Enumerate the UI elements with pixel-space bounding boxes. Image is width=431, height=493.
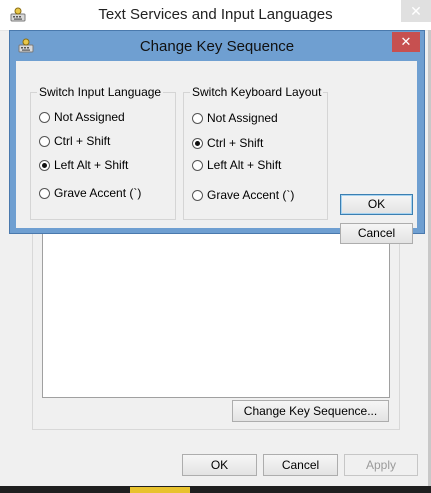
radio-button[interactable] (39, 135, 50, 147)
radio-label: Grave Accent (`) (207, 188, 295, 202)
input-lang-option-ctrl-shift[interactable]: Ctrl + Shift (39, 133, 110, 149)
radio-button[interactable] (192, 112, 203, 124)
kbd-layout-option-grave-accent[interactable]: Grave Accent (`) (192, 187, 294, 203)
dialog-titlebar[interactable]: Change Key Sequence ✕ (10, 31, 424, 61)
change-key-sequence-dialog: Change Key Sequence ✕ Switch Input Langu… (9, 30, 425, 244)
radio-label: Not Assigned (207, 111, 278, 125)
radio-button[interactable] (192, 189, 203, 201)
parent-ok-button[interactable]: OK (182, 454, 257, 476)
radio-label: Left Alt + Shift (54, 158, 129, 172)
radio-button-selected[interactable] (192, 137, 203, 149)
parent-cancel-button[interactable]: Cancel (263, 454, 338, 476)
taskbar (0, 486, 431, 493)
change-key-sequence-button[interactable]: Change Key Sequence... (232, 400, 389, 422)
radio-label: Not Assigned (54, 110, 125, 124)
taskbar-item[interactable] (130, 487, 190, 493)
radio-label: Grave Accent (`) (54, 186, 142, 200)
kbd-layout-option-not-assigned[interactable]: Not Assigned (192, 110, 278, 126)
radio-label: Ctrl + Shift (207, 136, 264, 150)
parent-titlebar: Text Services and Input Languages ✕ (0, 0, 431, 31)
dialog-ok-button[interactable]: OK (340, 194, 413, 215)
dialog-close-button[interactable]: ✕ (392, 32, 420, 52)
radio-button[interactable] (39, 187, 50, 199)
input-lang-option-grave-accent[interactable]: Grave Accent (`) (39, 185, 141, 201)
switch-input-language-group: Switch Input Language Not Assigned Ctrl … (30, 85, 176, 220)
input-lang-option-left-alt-shift[interactable]: Left Alt + Shift (39, 157, 128, 173)
radio-button-selected[interactable] (39, 159, 50, 171)
radio-label: Left Alt + Shift (207, 158, 282, 172)
kbd-layout-option-left-alt-shift[interactable]: Left Alt + Shift (192, 157, 281, 173)
group-title: Switch Input Language (37, 85, 164, 99)
dialog-title: Change Key Sequence (139, 38, 295, 55)
parent-close-button[interactable]: ✕ (401, 0, 431, 22)
parent-window-title: Text Services and Input Languages (98, 6, 333, 23)
input-lang-option-not-assigned[interactable]: Not Assigned (39, 109, 125, 125)
radio-button[interactable] (39, 111, 50, 123)
group-title: Switch Keyboard Layout (190, 85, 324, 99)
parent-list-box[interactable] (42, 228, 390, 398)
switch-keyboard-layout-group: Switch Keyboard Layout Not Assigned Ctrl… (183, 85, 328, 220)
dialog-cancel-button[interactable]: Cancel (340, 223, 413, 244)
dialog-body: Switch Input Language Not Assigned Ctrl … (16, 61, 417, 244)
parent-apply-button[interactable]: Apply (344, 454, 418, 476)
radio-button[interactable] (192, 159, 203, 171)
radio-label: Ctrl + Shift (54, 134, 111, 148)
kbd-layout-option-ctrl-shift[interactable]: Ctrl + Shift (192, 135, 263, 151)
